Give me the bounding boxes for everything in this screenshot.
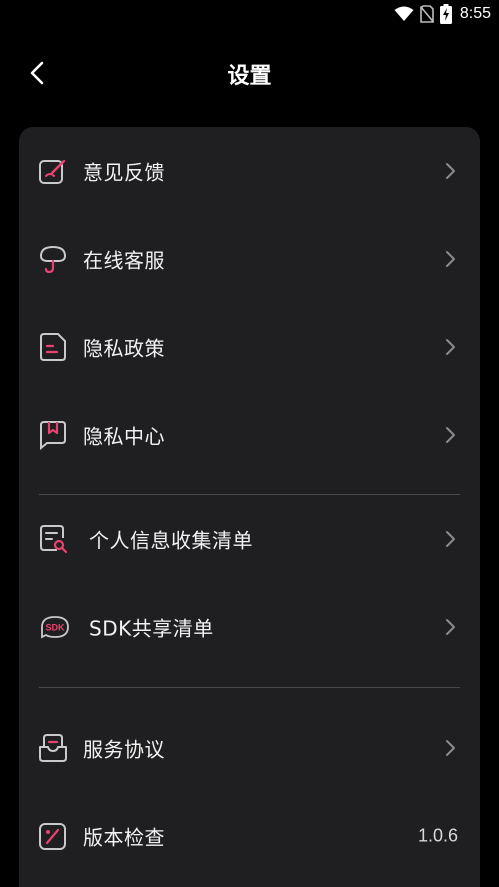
no-sim-icon <box>419 5 434 23</box>
settings-item-service-agreement[interactable]: 服务协议 <box>19 704 480 792</box>
settings-item-feedback[interactable]: 意见反馈 <box>19 127 480 215</box>
settings-item-sdk-share-list[interactable]: SDK SDK共享清单 <box>19 583 480 671</box>
chevron-right-icon <box>446 740 455 756</box>
header: 设置 <box>0 44 499 100</box>
settings-item-personal-info-list[interactable]: 个人信息收集清单 <box>19 495 480 583</box>
version-check-icon <box>39 823 66 850</box>
page-title: 设置 <box>227 64 272 89</box>
settings-item-label: 服务协议 <box>83 737 165 762</box>
settings-item-customer-service[interactable]: 在线客服 <box>19 215 480 303</box>
settings-item-label: SDK共享清单 <box>89 616 214 641</box>
sdk-badge-icon: SDK <box>41 616 69 639</box>
settings-item-privacy-policy[interactable]: 隐私政策 <box>19 303 480 391</box>
status-bar: 8:55 <box>0 0 499 28</box>
settings-item-label: 在线客服 <box>83 248 165 273</box>
wifi-icon <box>394 6 414 21</box>
info-list-search-icon <box>40 525 68 554</box>
settings-item-label: 意见反馈 <box>83 160 165 185</box>
settings-item-label: 个人信息收集清单 <box>89 528 253 553</box>
settings-item-label: 隐私政策 <box>83 336 165 361</box>
settings-card: 意见反馈 在线客服 隐私政策 隐私中心 个人信息收集清单 SDK SDK共享清单… <box>19 127 480 887</box>
section-divider <box>39 687 460 688</box>
service-agreement-icon <box>39 734 67 762</box>
chevron-right-icon <box>446 619 455 635</box>
privacy-center-bookmark-icon <box>40 421 66 450</box>
svg-text:SDK: SDK <box>45 623 65 633</box>
chevron-right-icon <box>446 339 455 355</box>
chevron-right-icon <box>446 427 455 443</box>
status-icons: 8:55 <box>394 4 491 24</box>
status-time: 8:55 <box>459 5 491 22</box>
version-number: 1.0.6 <box>417 825 458 846</box>
settings-item-privacy-center[interactable]: 隐私中心 <box>19 391 480 479</box>
settings-item-version-check[interactable]: 版本检查 1.0.6 <box>19 792 480 880</box>
chevron-right-icon <box>446 251 455 267</box>
battery-charging-icon <box>439 4 452 24</box>
chevron-right-icon <box>446 531 455 547</box>
privacy-policy-doc-icon <box>40 333 66 361</box>
customer-service-icon <box>39 245 67 274</box>
feedback-edit-icon <box>39 159 66 184</box>
chevron-right-icon <box>446 163 455 179</box>
settings-item-label: 隐私中心 <box>83 424 165 449</box>
settings-item-label: 版本检查 <box>83 825 165 850</box>
